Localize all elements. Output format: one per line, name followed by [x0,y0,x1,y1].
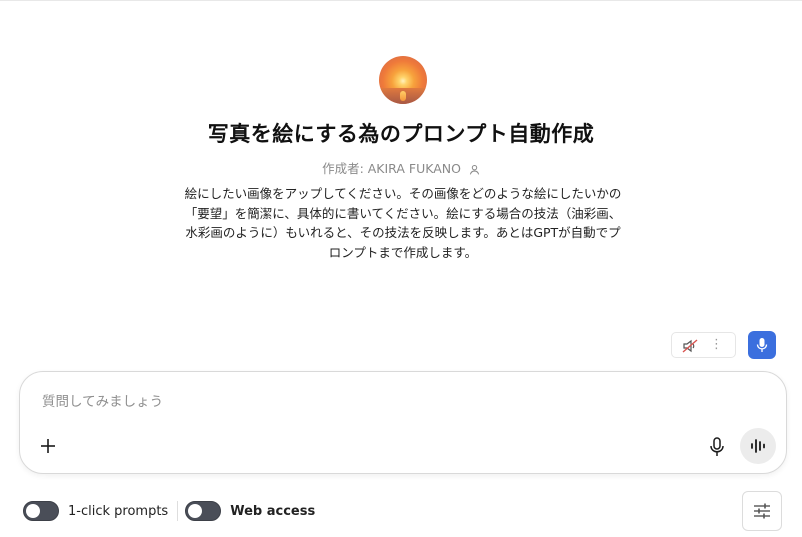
web-access-toggle[interactable] [185,501,222,521]
person-icon [469,164,480,175]
more-vertical-icon[interactable]: ⋮ [710,336,723,354]
speaker-muted-icon[interactable] [681,337,699,355]
voice-mode-button[interactable] [740,428,776,464]
divider [177,501,179,521]
gpt-author[interactable]: 作成者: AKIRA FUKANO [0,158,802,177]
gpt-avatar [379,56,427,104]
plus-icon[interactable] [38,436,58,456]
voice-controls: ⋮ [671,332,736,358]
web-access-label: Web access [230,503,316,519]
one-click-prompts-toggle[interactable] [23,501,59,521]
gpt-title: 写真を絵にする為のプロンプト自動作成 [207,122,595,146]
microphone-icon [756,338,768,352]
microphone-icon[interactable] [707,436,727,458]
gpt-description: 絵にしたい画像をアップしてください。その画像をどのような絵にしたいかの「要望」を… [184,186,622,260]
toggle-knob [26,504,40,518]
author-name: 作成者: AKIRA FUKANO [322,161,461,176]
message-composer [19,371,787,474]
sliders-icon [754,503,770,519]
settings-button[interactable] [742,491,782,531]
avatar-sun-reflection [400,91,406,101]
voice-input-button[interactable] [748,331,776,359]
toggle-knob [188,504,203,518]
message-input[interactable] [40,390,684,414]
waveform-icon [751,439,765,453]
one-click-prompts-label: 1-click prompts [68,503,169,519]
options-bar: 1-click prompts Web access [23,500,315,522]
